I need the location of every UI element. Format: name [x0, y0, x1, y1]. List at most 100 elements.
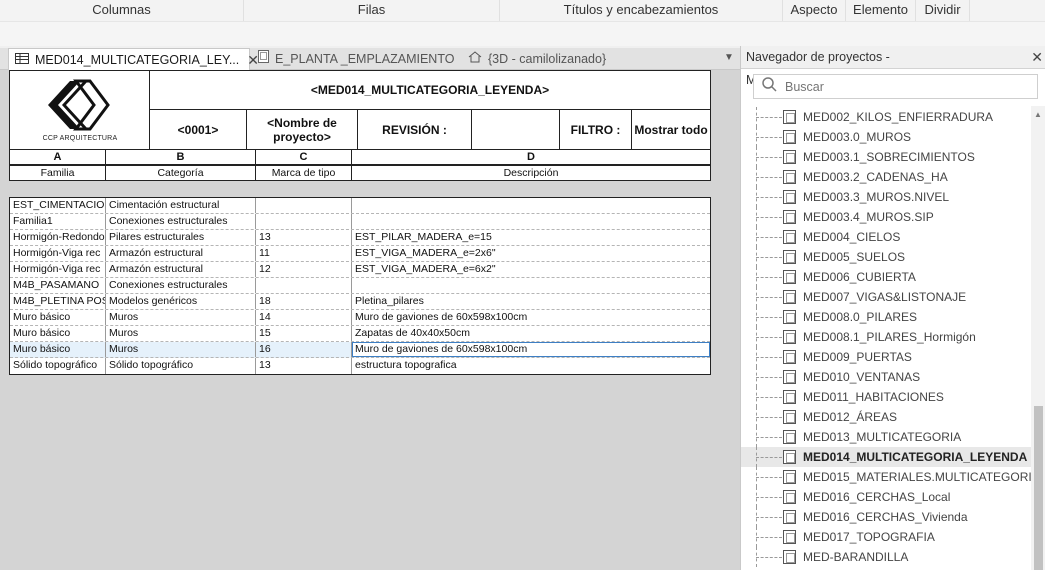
- tree-item-schedule[interactable]: MED006_CUBIERTA: [741, 267, 1031, 287]
- cell-marca[interactable]: 12: [256, 262, 352, 277]
- tab-dropdown-icon[interactable]: ▼: [724, 52, 734, 63]
- scroll-up-icon[interactable]: ▲: [1034, 110, 1042, 119]
- column-heading-descripcion[interactable]: Descripción: [352, 166, 710, 180]
- cell-familia[interactable]: Familia1: [10, 214, 106, 229]
- cell-descripcion[interactable]: [352, 278, 710, 293]
- table-row[interactable]: Hormigón-Redondo Pilares estructurales 13 E…: [10, 230, 710, 246]
- cell-familia[interactable]: Muro básico: [10, 326, 106, 341]
- table-row[interactable]: Muro básico Muros 14 Muro de gaviones de 60…: [10, 310, 710, 326]
- cell-marca[interactable]: 11: [256, 246, 352, 261]
- table-row[interactable]: EST_CIMENTACIO Cimentación estructural: [10, 198, 710, 214]
- cell-categoria[interactable]: Armazón estructural: [106, 262, 256, 277]
- tree-item-schedule[interactable]: MED004_CIELOS: [741, 227, 1031, 247]
- header-cell-revision-value[interactable]: [472, 110, 560, 149]
- table-row[interactable]: Sólido topográfico Sólido topográfico 13 es…: [10, 358, 710, 374]
- cell-descripcion[interactable]: estructura topografica: [352, 358, 710, 374]
- cell-descripcion[interactable]: EST_PILAR_MADERA_e=15: [352, 230, 710, 245]
- tab-med014[interactable]: MED014_MULTICATEGORIA_LEY... ✕: [8, 48, 259, 71]
- schedule-title[interactable]: <MED014_MULTICATEGORIA_LEYENDA>: [150, 71, 710, 110]
- column-heading-categoria[interactable]: Categoría: [106, 166, 256, 180]
- cell-descripcion[interactable]: [352, 214, 710, 229]
- cell-familia[interactable]: Sólido topográfico: [10, 358, 106, 374]
- column-letter-d[interactable]: D: [352, 150, 710, 164]
- cell-descripcion[interactable]: Pletina_pilares: [352, 294, 710, 309]
- cell-marca[interactable]: [256, 214, 352, 229]
- tree-item-schedule[interactable]: MED016_CERCHAS_Vivienda: [741, 507, 1031, 527]
- tree-item-schedule[interactable]: MED016_CERCHAS_Local: [741, 487, 1031, 507]
- project-browser-search[interactable]: [753, 74, 1038, 99]
- cell-categoria[interactable]: Muros: [106, 342, 256, 357]
- tree-item-schedule[interactable]: MED003.1_SOBRECIMIENTOS: [741, 147, 1031, 167]
- cell-familia[interactable]: Muro básico: [10, 342, 106, 357]
- cell-marca[interactable]: [256, 198, 352, 213]
- cell-categoria[interactable]: Sólido topográfico: [106, 358, 256, 374]
- ribbon-section-elemento[interactable]: Elemento: [846, 0, 916, 21]
- tree-item-schedule[interactable]: MED-BARANDILLA: [741, 547, 1031, 567]
- cell-descripcion[interactable]: Muro de gaviones de 60x598x100cm: [352, 342, 710, 357]
- table-row[interactable]: M4B_PASAMANO Conexiones estructurales: [10, 278, 710, 294]
- tree-item-schedule[interactable]: MED014_MULTICATEGORIA_LEYENDA: [741, 447, 1031, 467]
- ribbon-section-titulos[interactable]: Títulos y encabezamientos: [500, 0, 783, 21]
- cell-familia[interactable]: Muro básico: [10, 310, 106, 325]
- tree-item-schedule[interactable]: MED012_ÁREAS: [741, 407, 1031, 427]
- tree-item-schedule[interactable]: MED007_VIGAS&LISTONAJE: [741, 287, 1031, 307]
- cell-familia[interactable]: EST_CIMENTACIO: [10, 198, 106, 213]
- cell-categoria[interactable]: Pilares estructurales: [106, 230, 256, 245]
- cell-descripcion[interactable]: EST_VIGA_MADERA_e=6x2": [352, 262, 710, 277]
- cell-marca[interactable]: 16: [256, 342, 352, 357]
- cell-descripcion[interactable]: Muro de gaviones de 60x598x100cm: [352, 310, 710, 325]
- cell-familia[interactable]: Hormigón-Viga rec: [10, 262, 106, 277]
- cell-categoria[interactable]: Muros: [106, 310, 256, 325]
- header-cell-revision[interactable]: REVISIÓN :: [358, 110, 472, 149]
- tree-item-schedule[interactable]: MED015_MATERIALES.MULTICATEGORIA: [741, 467, 1031, 487]
- header-cell-filter-value[interactable]: Mostrar todo: [632, 110, 710, 149]
- cell-descripcion[interactable]: [352, 198, 710, 213]
- cell-categoria[interactable]: Modelos genéricos: [106, 294, 256, 309]
- cell-categoria[interactable]: Conexiones estructurales: [106, 214, 256, 229]
- column-heading-familia[interactable]: Familia: [10, 166, 106, 180]
- tree-item-schedule[interactable]: MED009_PUERTAS: [741, 347, 1031, 367]
- tree-item-schedule[interactable]: MED005_SUELOS: [741, 247, 1031, 267]
- column-heading-marca[interactable]: Marca de tipo: [256, 166, 352, 180]
- cell-categoria[interactable]: Armazón estructural: [106, 246, 256, 261]
- tree-item-schedule[interactable]: MED008.0_PILARES: [741, 307, 1031, 327]
- table-row[interactable]: Muro básico Muros 16 Muro de gaviones de 60…: [10, 342, 710, 358]
- tree-item-schedule[interactable]: MED010_VENTANAS: [741, 367, 1031, 387]
- header-cell-filter[interactable]: FILTRO :: [560, 110, 632, 149]
- cell-categoria[interactable]: Cimentación estructural: [106, 198, 256, 213]
- table-row[interactable]: Hormigón-Viga rec Armazón estructural 11 ES…: [10, 246, 710, 262]
- cell-categoria[interactable]: Conexiones estructurales: [106, 278, 256, 293]
- tree-item-schedule[interactable]: MED003.4_MUROS.SIP: [741, 207, 1031, 227]
- tree-item-schedule[interactable]: MED003.2_CADENAS_HA: [741, 167, 1031, 187]
- table-row[interactable]: Hormigón-Viga rec Armazón estructural 12 ES…: [10, 262, 710, 278]
- tree-item-schedule[interactable]: MED003.0_MUROS: [741, 127, 1031, 147]
- tab-3d[interactable]: {3D - camilolizanado}: [462, 48, 662, 70]
- table-row[interactable]: M4B_PLETINA POS Modelos genéricos 18 Pletin…: [10, 294, 710, 310]
- cell-categoria[interactable]: Muros: [106, 326, 256, 341]
- column-letter-c[interactable]: C: [256, 150, 352, 164]
- cell-familia[interactable]: M4B_PLETINA POS: [10, 294, 106, 309]
- table-row[interactable]: Muro básico Muros 15 Zapatas de 40x40x50cm: [10, 326, 710, 342]
- cell-descripcion[interactable]: EST_VIGA_MADERA_e=2x6": [352, 246, 710, 261]
- tree-item-schedule[interactable]: MED003.3_MUROS.NIVEL: [741, 187, 1031, 207]
- table-row[interactable]: Familia1 Conexiones estructurales: [10, 214, 710, 230]
- scrollbar-thumb[interactable]: [1034, 406, 1043, 570]
- tree-item-schedule[interactable]: MED011_HABITACIONES: [741, 387, 1031, 407]
- project-browser-scrollbar[interactable]: ▲: [1031, 106, 1045, 570]
- tree-item-schedule[interactable]: MED013_MULTICATEGORIA: [741, 427, 1031, 447]
- ribbon-section-dividir[interactable]: Dividir: [916, 0, 970, 21]
- ribbon-section-aspecto[interactable]: Aspecto: [783, 0, 846, 21]
- tree-item-schedule[interactable]: MED008.1_PILARES_Hormigón: [741, 327, 1031, 347]
- tree-item-schedule[interactable]: MED017_TOPOGRAFIA: [741, 527, 1031, 547]
- cell-familia[interactable]: M4B_PASAMANO: [10, 278, 106, 293]
- ribbon-section-columnas[interactable]: Columnas: [0, 0, 244, 21]
- ribbon-section-filas[interactable]: Filas: [244, 0, 500, 21]
- header-cell-project-name[interactable]: <Nombre de proyecto>: [247, 110, 358, 149]
- cell-marca[interactable]: 15: [256, 326, 352, 341]
- cell-marca[interactable]: 18: [256, 294, 352, 309]
- search-input[interactable]: [785, 79, 1015, 94]
- header-cell-number[interactable]: <0001>: [150, 110, 247, 149]
- cell-familia[interactable]: Hormigón-Viga rec: [10, 246, 106, 261]
- tree-item-schedule[interactable]: MED002_KILOS_ENFIERRADURA: [741, 107, 1031, 127]
- cell-descripcion[interactable]: Zapatas de 40x40x50cm: [352, 326, 710, 341]
